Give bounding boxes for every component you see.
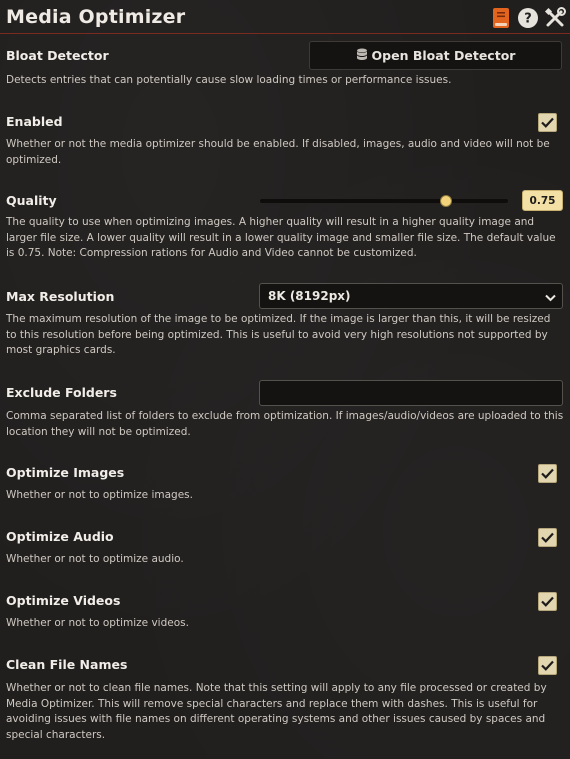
book-icon[interactable] <box>490 7 512 29</box>
quality-slider[interactable] <box>260 195 508 207</box>
clean-file-names-description: Whether or not to clean file names. Note… <box>6 682 547 741</box>
window-header: Media Optimizer ? <box>0 0 570 34</box>
max-resolution-selected: 8K (8192px) <box>268 289 351 303</box>
chevron-down-icon <box>545 291 556 305</box>
help-icon[interactable]: ? <box>517 7 539 29</box>
check-icon <box>541 468 554 479</box>
open-bloat-detector-label: Open Bloat Detector <box>371 48 516 63</box>
bloat-detector-label: Bloat Detector <box>6 48 109 63</box>
enabled-checkbox[interactable] <box>538 113 557 132</box>
optimize-videos-description: Whether or not to optimize videos. <box>6 617 189 629</box>
optimize-audio-description: Whether or not to optimize audio. <box>6 553 184 565</box>
max-resolution-select[interactable]: 8K (8192px) <box>259 283 563 309</box>
optimize-videos-checkbox[interactable] <box>538 592 557 611</box>
clean-file-names-checkbox[interactable] <box>538 656 557 675</box>
enabled-label: Enabled <box>6 114 63 129</box>
header-actions: ? <box>490 6 566 30</box>
check-icon <box>541 660 554 671</box>
optimize-images-checkbox[interactable] <box>538 464 557 483</box>
optimize-videos-label: Optimize Videos <box>6 593 121 608</box>
open-bloat-detector-button[interactable]: Open Bloat Detector <box>309 41 562 70</box>
tools-icon[interactable] <box>544 7 566 29</box>
exclude-folders-label: Exclude Folders <box>6 385 117 400</box>
quality-label: Quality <box>6 193 57 208</box>
max-resolution-label: Max Resolution <box>6 289 115 304</box>
clean-file-names-label: Clean File Names <box>6 657 128 672</box>
database-icon <box>356 48 368 64</box>
optimize-audio-label: Optimize Audio <box>6 529 114 544</box>
window-title: Media Optimizer <box>6 6 186 28</box>
exclude-folders-description: Comma separated list of folders to exclu… <box>6 410 564 438</box>
exclude-folders-input[interactable] <box>259 380 563 406</box>
check-icon <box>541 596 554 607</box>
optimize-images-description: Whether or not to optimize images. <box>6 489 193 501</box>
quality-value: 0.75 <box>522 190 563 211</box>
max-resolution-description: The maximum resolution of the image to b… <box>6 313 551 357</box>
svg-text:?: ? <box>524 12 532 27</box>
optimize-audio-checkbox[interactable] <box>538 528 557 547</box>
quality-description: The quality to use when optimizing image… <box>6 216 556 260</box>
check-icon <box>541 117 554 128</box>
enabled-description: Whether or not the media optimizer shoul… <box>6 138 550 166</box>
quality-slider-thumb[interactable] <box>440 195 452 207</box>
check-icon <box>541 532 554 543</box>
optimize-images-label: Optimize Images <box>6 465 125 480</box>
bloat-detector-description: Detects entries that can potentially cau… <box>6 74 452 86</box>
